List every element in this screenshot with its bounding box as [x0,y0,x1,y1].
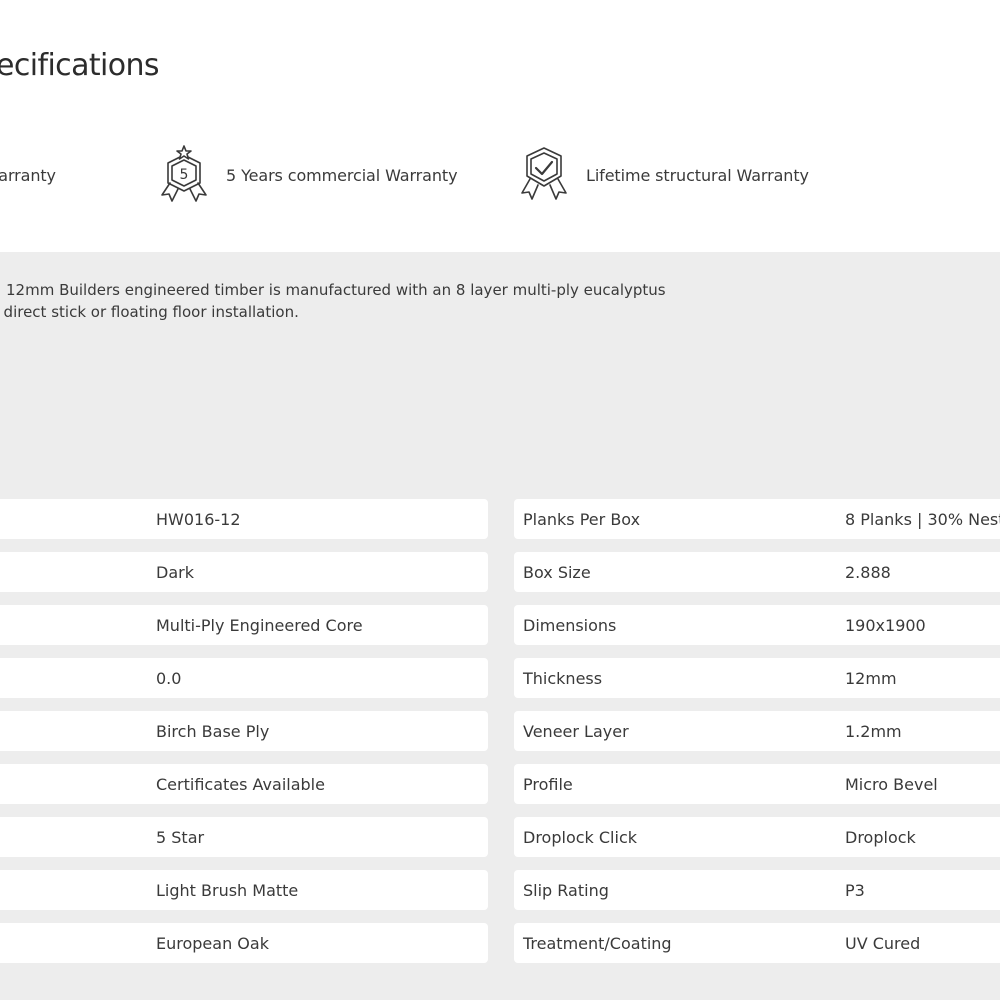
description-line: 12mm Builders engineered timber is manuf… [6,281,666,299]
spec-value: 5 Star [156,827,205,847]
spec-row: 5 Star [0,817,488,857]
spec-value: Micro Bevel [845,774,938,794]
spec-value: Dark [156,562,194,582]
spec-value: HW016-12 [156,509,241,529]
warranty-label: 5 Years commercial Warranty [226,165,458,185]
spec-row: Droplock Click Droplock [514,817,1000,857]
spec-key: Droplock Click [523,827,637,847]
svg-text:5: 5 [180,167,189,183]
spec-value: 8 Planks | 30% Neste [845,509,1000,529]
spec-value: 190x1900 [845,615,926,635]
spec-row: HW016-12 [0,499,488,539]
spec-value: Certificates Available [156,774,325,794]
spec-row: Box Size 2.888 [514,552,1000,592]
spec-key: Slip Rating [523,880,609,900]
spec-table-right: Planks Per Box 8 Planks | 30% Neste Box S… [514,499,1000,976]
warranty-commercial: 5 5 Years commercial Warranty [158,140,458,210]
spec-row: Certificates Available [0,764,488,804]
spec-row: Birch Base Ply [0,711,488,751]
spec-row: Treatment/Coating UV Cured [514,923,1000,963]
warranty-label: tial Warranty [0,165,56,185]
spec-row: Light Brush Matte [0,870,488,910]
description-line: le for direct stick or floating floor in… [0,303,299,321]
spec-value: European Oak [156,933,269,953]
spec-key: Profile [523,774,573,794]
warranty-label: Lifetime structural Warranty [586,165,809,185]
product-description: 12mm Builders engineered timber is manuf… [0,279,1000,323]
spec-row: Dark [0,552,488,592]
warranty-list: tial Warranty 5 5 Years commercial Warra… [0,140,1000,210]
shield-check-badge-icon [521,147,567,200]
spec-row: Multi-Ply Engineered Core [0,605,488,645]
spec-value: Droplock [845,827,916,847]
product-details-panel: 12mm Builders engineered timber is manuf… [0,252,1000,1000]
spec-key: Box Size [523,562,591,582]
spec-row: Thickness 12mm [514,658,1000,698]
page-title: ecifications [0,48,160,83]
spec-value: P3 [845,880,865,900]
spec-value: Multi-Ply Engineered Core [156,615,363,635]
spec-value: 12mm [845,668,897,688]
spec-key: Veneer Layer [523,721,629,741]
spec-value: 1.2mm [845,721,902,741]
spec-row: Planks Per Box 8 Planks | 30% Neste [514,499,1000,539]
spec-key: Dimensions [523,615,617,635]
badge-5-star-icon: 5 [161,145,207,202]
spec-row: Slip Rating P3 [514,870,1000,910]
spec-value: 0.0 [156,668,182,688]
spec-row: 0.0 [0,658,488,698]
warranty-residential: tial Warranty [0,140,56,210]
spec-table-left: HW016-12 Dark Multi-Ply Engineered Core … [0,499,488,976]
spec-value: Light Brush Matte [156,880,299,900]
spec-row: Veneer Layer 1.2mm [514,711,1000,751]
spec-row: European Oak [0,923,488,963]
spec-value: Birch Base Ply [156,721,270,741]
spec-value: UV Cured [845,933,921,953]
spec-key: Treatment/Coating [523,933,672,953]
spec-key: Planks Per Box [523,509,641,529]
warranty-structural: Lifetime structural Warranty [518,140,809,210]
spec-value: 2.888 [845,562,891,582]
spec-row: Dimensions 190x1900 [514,605,1000,645]
spec-key: Thickness [523,668,603,688]
spec-row: Profile Micro Bevel [514,764,1000,804]
